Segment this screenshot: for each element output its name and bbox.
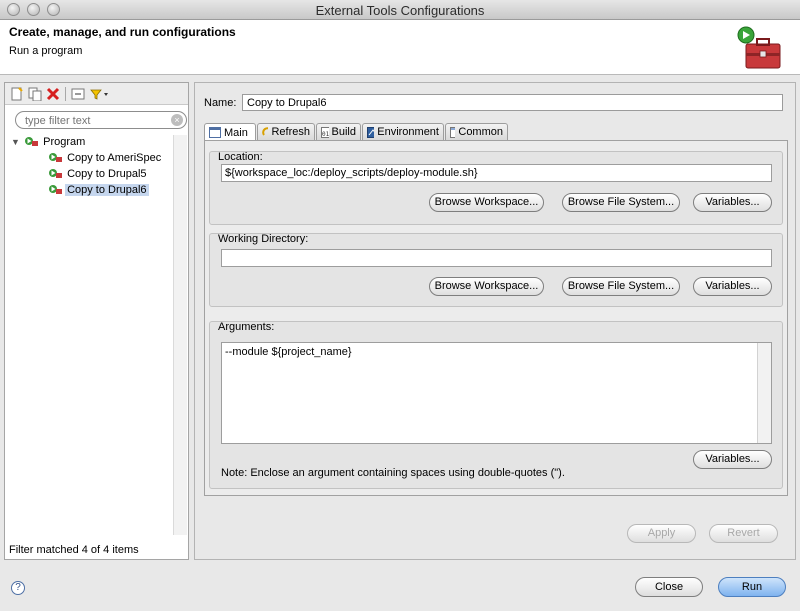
collapse-all-icon[interactable] xyxy=(70,86,86,102)
toolbar-separator xyxy=(65,87,66,101)
header-title: Create, manage, and run configurations xyxy=(9,25,236,39)
tab-common[interactable]: Common xyxy=(445,123,508,140)
configuration-editor-panel: Name: Main Refresh 010 Build Environment… xyxy=(194,82,796,560)
filter-status: Filter matched 4 of 4 items xyxy=(9,544,139,556)
tree-item-label: Copy to Drupal6 xyxy=(65,184,149,196)
tab-build[interactable]: 010 Build xyxy=(316,123,361,140)
close-button[interactable]: Close xyxy=(635,577,703,597)
tab-main[interactable]: Main xyxy=(204,123,256,141)
arguments-textarea[interactable]: --module ${project_name} xyxy=(221,342,772,444)
program-type-icon xyxy=(25,137,39,146)
browse-file-system-button[interactable]: Browse File System... xyxy=(562,193,680,212)
tree-item-label: Copy to Drupal5 xyxy=(67,168,147,180)
tree-item-copy-to-amerispec[interactable]: Copy to AmeriSpec xyxy=(48,151,163,166)
filter-configs-icon[interactable] xyxy=(89,86,111,102)
tree-item-program[interactable]: ▼ Program xyxy=(11,135,87,150)
external-tool-config-icon xyxy=(49,153,62,162)
arguments-group: Arguments: --module ${project_name} Vari… xyxy=(209,321,783,489)
build-icon: 010 xyxy=(321,126,329,138)
tab-environment[interactable]: Environment xyxy=(362,123,444,140)
revert-button[interactable]: Revert xyxy=(709,524,778,543)
tree-item-copy-to-drupal6[interactable]: Copy to Drupal6 xyxy=(48,183,149,198)
refresh-icon xyxy=(262,126,269,136)
working-directory-input[interactable] xyxy=(221,249,772,267)
variables-button[interactable]: Variables... xyxy=(693,277,772,296)
tree-scrollbar[interactable] xyxy=(173,135,187,535)
expand-triangle-icon[interactable]: ▼ xyxy=(11,135,21,150)
browse-workspace-button[interactable]: Browse Workspace... xyxy=(429,193,544,212)
external-tool-config-icon xyxy=(49,169,62,178)
location-label: Location: xyxy=(218,151,263,163)
delete-config-icon[interactable] xyxy=(45,86,61,102)
tree-item-copy-to-drupal5[interactable]: Copy to Drupal5 xyxy=(48,167,149,182)
svg-text:010: 010 xyxy=(322,131,329,138)
name-input[interactable] xyxy=(242,94,783,111)
run-button[interactable]: Run xyxy=(718,577,786,597)
help-icon[interactable]: ? xyxy=(11,581,25,595)
tree-item-label: Program xyxy=(43,136,86,148)
tree-toolbar xyxy=(5,83,188,105)
tab-label: Common xyxy=(458,126,503,138)
configuration-tree-panel: × ▼ Program Copy to AmeriSpec Copy to Dr… xyxy=(4,82,189,560)
arguments-note: Note: Enclose an argument containing spa… xyxy=(221,467,565,479)
browse-workspace-button[interactable]: Browse Workspace... xyxy=(429,277,544,296)
header-subtitle: Run a program xyxy=(9,45,83,57)
clear-filter-icon[interactable]: × xyxy=(171,114,183,126)
arguments-scrollbar[interactable] xyxy=(757,343,771,443)
location-input[interactable] xyxy=(221,164,772,182)
window-title: External Tools Configurations xyxy=(315,3,485,18)
tab-label: Refresh xyxy=(271,126,310,138)
filter-input[interactable] xyxy=(25,114,171,127)
tree-item-label: Copy to AmeriSpec xyxy=(67,152,162,164)
filter-field[interactable]: × xyxy=(15,111,187,129)
tab-refresh[interactable]: Refresh xyxy=(257,123,315,140)
name-label: Name: xyxy=(204,97,237,109)
external-tool-config-icon xyxy=(49,185,62,194)
new-launch-config-icon[interactable] xyxy=(9,86,25,102)
arguments-label: Arguments: xyxy=(218,321,275,333)
working-directory-label: Working Directory: xyxy=(218,233,309,245)
browse-file-system-button[interactable]: Browse File System... xyxy=(562,277,680,296)
main-tab-content: Location: Browse Workspace... Browse Fil… xyxy=(204,140,788,496)
variables-button[interactable]: Variables... xyxy=(693,193,772,212)
dialog-header: Create, manage, and run configurations R… xyxy=(0,20,800,75)
environment-icon xyxy=(367,126,375,138)
tab-label: Environment xyxy=(377,126,439,138)
main-tab-icon xyxy=(209,127,221,138)
arguments-variables-button[interactable]: Variables... xyxy=(693,450,772,469)
location-group: Location: Browse Workspace... Browse Fil… xyxy=(209,151,783,225)
window-titlebar: External Tools Configurations xyxy=(0,0,800,20)
tab-label: Build xyxy=(331,126,356,138)
duplicate-config-icon[interactable] xyxy=(27,86,43,102)
apply-button[interactable]: Apply xyxy=(627,524,696,543)
common-icon xyxy=(450,126,456,138)
external-tools-icon xyxy=(737,26,781,69)
tab-label: Main xyxy=(224,126,248,139)
working-directory-group: Working Directory: Browse Workspace... B… xyxy=(209,233,783,307)
